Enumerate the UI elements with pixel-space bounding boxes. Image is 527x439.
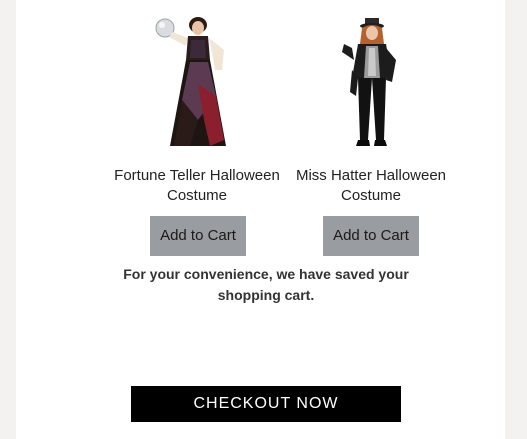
add-to-cart-button[interactable]: Add to Cart [150, 216, 246, 256]
product-card-fortune-teller: Fortune Teller Halloween Costume Add to … [112, 0, 282, 256]
product-name[interactable]: Fortune Teller Halloween Costume [112, 166, 282, 206]
add-to-cart-button[interactable]: Add to Cart [323, 216, 419, 256]
product-image-fortune-teller[interactable] [112, 0, 282, 150]
checkout-now-button[interactable]: CHECKOUT NOW [131, 386, 401, 422]
product-image-miss-hatter[interactable] [286, 0, 456, 150]
email-panel: Fortune Teller Halloween Costume Add to … [16, 0, 505, 439]
product-name[interactable]: Miss Hatter Halloween Costume [286, 166, 456, 206]
fortune-teller-costume-image [155, 17, 226, 146]
product-card-miss-hatter: Miss Hatter Halloween Costume Add to Car… [286, 0, 456, 256]
miss-hatter-costume-image [342, 18, 396, 146]
saved-cart-notice: For your convenience, we have saved your… [123, 266, 409, 303]
